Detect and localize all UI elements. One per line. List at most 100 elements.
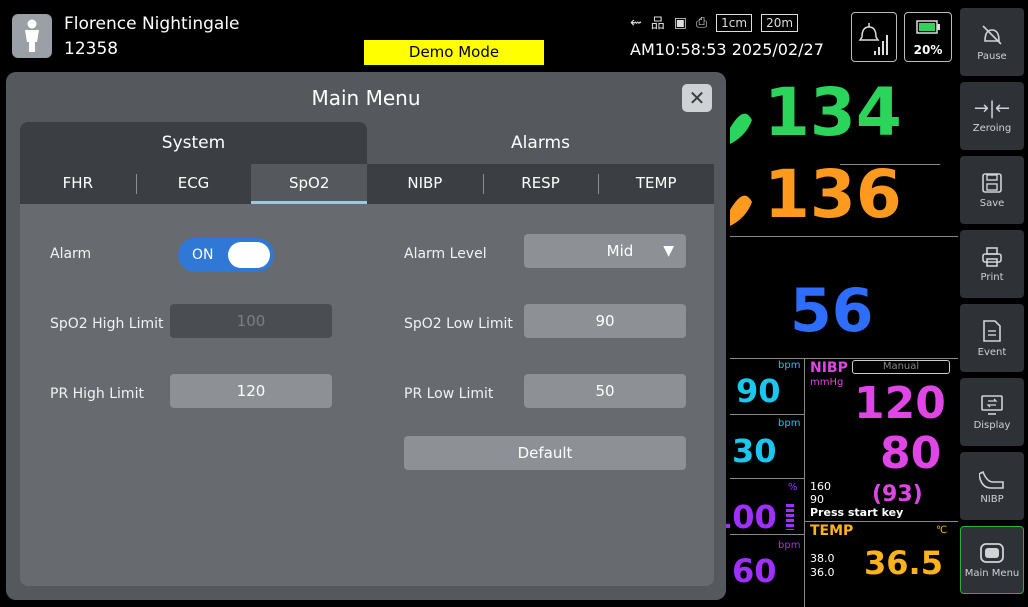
nibp-title: NIBP <box>810 360 848 376</box>
value-60: 60 <box>732 552 777 590</box>
main-menu-dialog: Main Menu ✕ System Alarms FHR ECG SpO2 N… <box>6 72 726 600</box>
print-icon <box>982 246 1002 267</box>
patient-name: Florence Nightingale <box>64 14 240 34</box>
percent-unit: % <box>788 482 798 493</box>
close-button[interactable]: ✕ <box>682 84 712 112</box>
patient-icon[interactable] <box>12 14 52 58</box>
heart-icon <box>730 113 752 144</box>
dropdown-arrow-icon: ▼ <box>663 243 674 259</box>
pr-high-limit-field[interactable]: 120 <box>170 374 332 408</box>
heart-icon <box>730 195 752 226</box>
main-menu-label: Main Menu <box>964 567 1020 579</box>
status-icons: ⇜ 品 ▣ ⎙ 1cm 20m <box>630 13 799 33</box>
alarm-toggle-state: ON <box>192 247 214 263</box>
alarm-label: Alarm <box>50 246 92 262</box>
nibp-diastolic: 80 <box>880 428 942 479</box>
fhr1-value: 134 <box>764 74 902 151</box>
spo2-pleth-bar <box>786 504 794 530</box>
speed-scale-1: 1cm <box>716 14 753 32</box>
main-menu-icon <box>980 542 1004 563</box>
subtab-ecg[interactable]: ECG <box>135 164 252 204</box>
temp-limit-low: 36.0 <box>810 566 835 579</box>
save-button[interactable]: Save <box>960 156 1024 224</box>
divider <box>804 521 958 522</box>
temp-value: 36.5 <box>864 544 943 582</box>
event-button[interactable]: Event <box>960 304 1024 372</box>
event-icon <box>983 319 1001 342</box>
temp-title: TEMP <box>810 523 854 539</box>
subtab-temp[interactable]: TEMP <box>598 164 714 204</box>
battery-icon <box>916 20 940 34</box>
divider <box>730 236 958 237</box>
alarm-volume-indicator[interactable] <box>851 12 897 62</box>
demo-mode-badge: Demo Mode <box>364 40 544 65</box>
pause-label: Pause <box>977 50 1007 62</box>
value-90: 90 <box>736 372 781 410</box>
alarm-pause-icon <box>982 24 1002 45</box>
vital-signs-panel: 134 136 56 bpm 90 bpm 30 % 100 bpm 60 NI… <box>710 68 958 607</box>
default-button[interactable]: Default <box>404 436 686 470</box>
subtab-resp[interactable]: RESP <box>482 164 599 204</box>
bpm-unit: bpm <box>778 360 801 371</box>
subtab-fhr[interactable]: FHR <box>20 164 136 204</box>
main-tabs: System Alarms <box>20 122 714 164</box>
alarm-toggle[interactable]: ON <box>178 238 274 272</box>
bpm-unit: bpm <box>778 418 801 429</box>
alarm-subtabs: FHR ECG SpO2 NIBP RESP TEMP <box>20 164 714 204</box>
alarm-level-value: Mid <box>606 242 634 260</box>
nibp-limit-low: 90 <box>810 493 824 506</box>
divider <box>730 534 804 535</box>
spo2-high-limit-label: SpO2 High Limit <box>50 316 164 332</box>
print-button[interactable]: Print <box>960 230 1024 298</box>
value-30: 30 <box>732 432 777 470</box>
event-label: Event <box>977 346 1007 358</box>
subtab-spo2[interactable]: SpO2 <box>251 164 368 204</box>
speed-scale-2: 20m <box>761 14 799 32</box>
display-label: Display <box>973 419 1011 431</box>
nibp-button[interactable]: NIBP <box>960 452 1024 520</box>
pr-high-limit-label: PR High Limit <box>50 386 144 402</box>
nibp-map: (93) <box>872 482 923 507</box>
battery-indicator: 20% <box>904 12 952 62</box>
main-menu-button[interactable]: Main Menu <box>960 526 1024 594</box>
divider <box>730 414 804 415</box>
spo2-low-limit-field[interactable]: 90 <box>524 304 686 338</box>
display-button[interactable]: Display <box>960 378 1024 446</box>
pause-button[interactable]: Pause <box>960 8 1024 76</box>
spo2-high-limit-field[interactable]: 100 <box>170 304 332 338</box>
nibp-label: NIBP <box>980 493 1004 505</box>
divider <box>730 358 958 359</box>
pr-low-limit-label: PR Low Limit <box>404 386 494 402</box>
bell-icon <box>858 23 888 55</box>
nibp-systolic: 120 <box>854 378 946 429</box>
nibp-status: Press start key <box>810 506 904 519</box>
datetime: AM10:58:53 2025/02/27 <box>630 40 824 59</box>
subtab-nibp[interactable]: NIBP <box>367 164 483 204</box>
toggle-knob <box>228 242 270 268</box>
nibp-mode: Manual <box>852 360 950 374</box>
battery-percent: 20% <box>913 43 943 57</box>
printer-status-icon: ⎙ <box>695 15 708 31</box>
temp-unit: ℃ <box>936 525 948 536</box>
spo2-low-limit-label: SpO2 Low Limit <box>404 316 513 332</box>
nibp-unit: mmHg <box>810 377 844 388</box>
save-label: Save <box>979 197 1005 209</box>
bpm-unit: bpm <box>778 540 801 551</box>
tab-alarms[interactable]: Alarms <box>367 122 714 164</box>
print-label: Print <box>980 271 1004 283</box>
zeroing-label: Zeroing <box>972 123 1012 134</box>
divider <box>804 358 805 607</box>
zeroing-button[interactable]: →|← Zeroing <box>960 82 1024 150</box>
patient-id: 12358 <box>64 39 119 59</box>
alarm-level-select[interactable]: Mid ▼ <box>524 234 686 268</box>
zeroing-icon: →|← <box>973 98 1011 119</box>
right-toolbar: Pause →|← Zeroing Save Print Event Displ… <box>960 8 1024 600</box>
alarm-level-label: Alarm Level <box>404 246 487 262</box>
tab-system[interactable]: System <box>20 122 367 164</box>
save-status-icon: ▣ <box>673 15 687 31</box>
hr-value: 56 <box>790 276 874 346</box>
pr-low-limit-field[interactable]: 50 <box>524 374 686 408</box>
fhr2-value: 136 <box>764 156 902 233</box>
nibp-cuff-icon <box>979 470 1004 489</box>
nibp-limit-high: 160 <box>810 480 831 493</box>
